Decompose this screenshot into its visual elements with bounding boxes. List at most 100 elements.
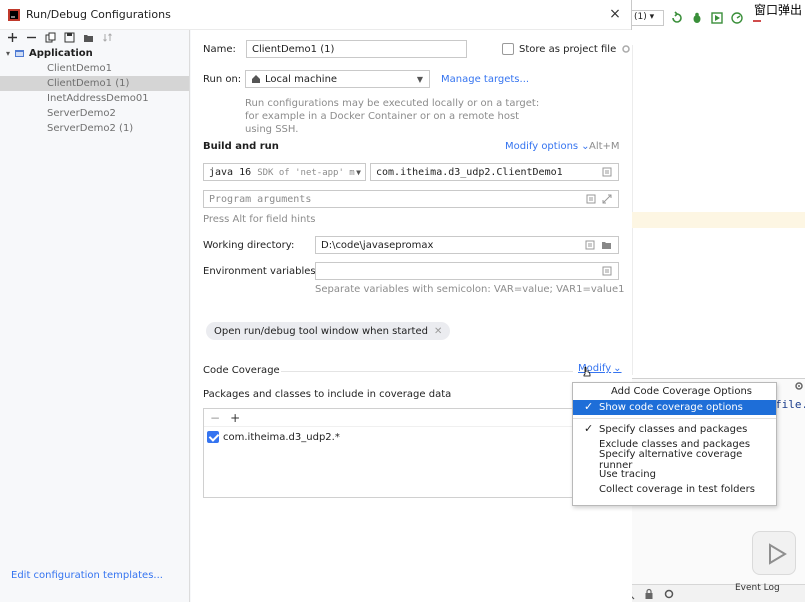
menu-item-collect-coverage-tests[interactable]: Collect coverage in test folders — [573, 482, 776, 497]
menu-item-specify-classes[interactable]: ✓ Specify classes and packages — [573, 422, 776, 437]
environment-variables-label: Environment variables: — [203, 266, 319, 277]
tree-item-serverdemo2-1[interactable]: ServerDemo2 (1) — [0, 121, 189, 136]
menu-item-label: Show code coverage options — [599, 402, 743, 413]
section-divider — [281, 371, 573, 372]
menu-item-show-coverage-options[interactable]: ✓ Show code coverage options — [573, 400, 776, 415]
store-as-project-file[interactable]: Store as project file — [502, 43, 631, 55]
chevron-down-icon[interactable]: ▾ — [6, 49, 10, 58]
rerun-icon[interactable] — [670, 11, 684, 25]
packages-label: Packages and classes to include in cover… — [203, 389, 452, 400]
environment-variables-hint: Separate variables with semicolon: VAR=v… — [315, 284, 625, 295]
jdk-select[interactable]: java 16 SDK of 'net-app' m ▼ — [203, 163, 366, 181]
name-input[interactable]: ClientDemo1 (1) — [246, 40, 467, 58]
working-directory-label: Working directory: — [203, 240, 295, 251]
manage-targets-link[interactable]: Manage targets... — [441, 74, 529, 85]
working-directory-input[interactable]: D:\code\javasepromax — [315, 236, 619, 254]
add-icon[interactable]: + — [230, 411, 240, 425]
application-icon — [15, 50, 25, 57]
profiler-icon[interactable] — [730, 11, 744, 25]
run-on-value: Local machine — [265, 73, 338, 85]
expand-text-icon[interactable] — [586, 194, 596, 204]
debug-icon[interactable] — [690, 11, 704, 25]
packages-toolbar: − + — [204, 409, 574, 427]
event-log-label[interactable]: Event Log — [735, 583, 780, 593]
add-icon[interactable] — [6, 31, 19, 44]
tree-item-label: ClientDemo1 — [47, 63, 113, 74]
macro-icon[interactable] — [585, 240, 595, 250]
configurations-tree-pane: ▾ Application ClientDemo1 ClientDemo1 (1… — [0, 30, 190, 602]
copy-icon[interactable] — [44, 31, 57, 44]
check-icon: ✓ — [584, 400, 594, 413]
maximize-icon[interactable] — [602, 194, 612, 204]
tree-item-label: InetAddressDemo01 — [47, 93, 149, 104]
video-play-button[interactable] — [752, 531, 796, 575]
menu-item-use-tracing[interactable]: Use tracing — [573, 467, 776, 482]
chevron-down-icon: ⌄ — [613, 363, 622, 374]
jdk-value: java 16 — [209, 166, 252, 178]
browse-icon[interactable] — [602, 167, 612, 177]
tree-item-label: ServerDemo2 — [47, 108, 116, 119]
configuration-form: Name: ClientDemo1 (1) Store as project f… — [191, 30, 632, 602]
tree-toolbar — [0, 30, 189, 44]
package-entry: com.itheima.d3_udp2.* — [223, 431, 340, 443]
environment-variables-input[interactable] — [315, 262, 619, 280]
gear-icon[interactable] — [794, 381, 804, 391]
folder-icon[interactable] — [601, 240, 612, 250]
folder-icon[interactable] — [82, 31, 95, 44]
settings-icon[interactable] — [663, 588, 675, 600]
open-tool-window-chip-label: Open run/debug tool window when started — [214, 325, 428, 337]
modify-options-shortcut: Alt+M — [589, 141, 620, 152]
run-config-combo[interactable]: (1) ▾ — [630, 10, 664, 26]
run-on-hint: Run configurations may be executed local… — [245, 98, 540, 135]
chevron-down-icon: ▼ — [416, 74, 423, 84]
build-and-run-title: Build and run — [203, 141, 279, 152]
menu-header: Add Code Coverage Options — [611, 386, 752, 397]
edit-variables-icon[interactable] — [602, 266, 612, 276]
edit-templates-link[interactable]: Edit configuration templates... — [11, 570, 163, 581]
code-coverage-label: Code Coverage — [203, 365, 280, 376]
store-as-project-checkbox[interactable] — [502, 43, 514, 55]
coverage-options-menu: Add Code Coverage Options ✓ Show code co… — [572, 382, 777, 506]
program-arguments-input[interactable]: Program arguments — [203, 190, 619, 208]
package-checkbox[interactable] — [207, 431, 219, 443]
tree-item-clientdemo1-1[interactable]: ClientDemo1 (1) — [0, 76, 189, 91]
working-directory-value: D:\code\javasepromax — [321, 239, 434, 251]
home-icon — [252, 75, 260, 83]
dialog-title: Run/Debug Configurations — [26, 8, 171, 21]
gear-icon[interactable] — [621, 44, 631, 54]
close-icon[interactable]: ✕ — [434, 326, 442, 337]
menu-item-label: Specify classes and packages — [599, 424, 748, 435]
play-icon — [769, 543, 787, 565]
menu-item-label: Collect coverage in test folders — [599, 484, 755, 495]
modify-options-button[interactable]: Modify options ⌄ — [505, 141, 590, 152]
configurations-tree: ▾ Application ClientDemo1 ClientDemo1 (1… — [0, 46, 189, 136]
main-class-input[interactable]: com.itheima.d3_udp2.ClientDemo1 — [370, 163, 619, 181]
editor-gutter — [632, 45, 633, 375]
close-button[interactable]: × — [608, 7, 622, 22]
console-text: file. — [775, 398, 805, 411]
lock-icon[interactable] — [643, 588, 655, 600]
run-config-combo-label: (1) — [634, 12, 647, 22]
chevron-down-icon: ▼ — [356, 167, 361, 177]
store-as-project-label: Store as project file — [519, 43, 617, 55]
menu-item-alternative-runner[interactable]: Specify alternative coverage runner — [573, 449, 776, 471]
modify-options-label: Modify options — [505, 141, 579, 152]
sort-icon[interactable] — [101, 31, 114, 44]
tree-item-clientdemo1[interactable]: ClientDemo1 — [0, 61, 189, 76]
run-on-label: Run on: — [203, 74, 242, 85]
packages-list: − + com.itheima.d3_udp2.* — [203, 408, 575, 498]
save-icon[interactable] — [63, 31, 76, 44]
tree-item-inetaddressdemo01[interactable]: InetAddressDemo01 — [0, 91, 189, 106]
check-icon: ✓ — [584, 422, 594, 435]
remove-icon[interactable] — [25, 31, 38, 44]
editor-current-line — [632, 212, 805, 228]
alt-hint: Press Alt for field hints — [203, 214, 316, 225]
run-on-select[interactable]: Local machine ▼ — [245, 70, 430, 88]
tree-item-serverdemo2[interactable]: ServerDemo2 — [0, 106, 189, 121]
coverage-run-icon[interactable] — [710, 11, 724, 25]
open-tool-window-chip: Open run/debug tool window when started … — [206, 322, 451, 340]
tree-folder-label: Application — [29, 48, 93, 59]
tree-folder-application[interactable]: ▾ Application — [0, 46, 189, 61]
package-row[interactable]: com.itheima.d3_udp2.* — [204, 429, 574, 445]
remove-icon[interactable]: − — [210, 411, 220, 425]
